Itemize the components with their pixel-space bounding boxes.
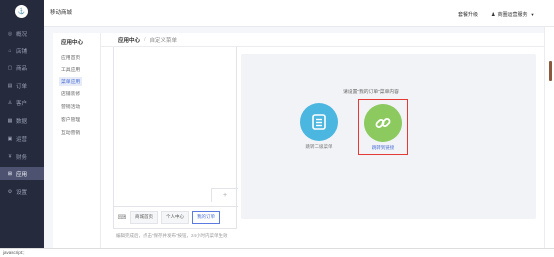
- menu-config-panel: 请设置“我的订单”菜单内容 跳转二级菜单 跳转到链接: [241, 54, 536, 219]
- sidebar-item-goods[interactable]: ▢ 商品: [0, 61, 44, 74]
- sidebar-item-label: 店铺: [16, 48, 28, 55]
- menu-tab-bar: ⌨ 商城首页 个人中心 我的订单: [114, 206, 238, 227]
- dashboard-icon: ◎: [7, 30, 13, 37]
- sidebar-item-orders[interactable]: ▤ 订单: [0, 79, 44, 92]
- menu-tab-home[interactable]: 商城首页: [130, 210, 158, 224]
- sidebar-item-customers[interactable]: ♙ 客户: [0, 96, 44, 109]
- order-icon: ▤: [7, 82, 13, 89]
- sidebar-item-overview[interactable]: ◎ 概况: [0, 27, 44, 40]
- subnav-item-app-home[interactable]: 应用首页: [61, 54, 80, 61]
- sidebar-item-label: 客户: [16, 100, 28, 107]
- subnav-item-tool-apps[interactable]: 工具应用: [61, 66, 80, 73]
- panel-title: 请设置“我的订单”菜单内容: [343, 90, 399, 95]
- breadcrumb-separator: /: [144, 36, 146, 43]
- document-icon: [300, 103, 338, 141]
- brand-name: 移动商城: [50, 10, 73, 16]
- user-icon: ♟: [491, 11, 496, 18]
- sidebar-item-operation[interactable]: ▣ 运营: [0, 132, 44, 145]
- secondary-nav-title: 应用中心: [61, 40, 84, 46]
- sidebar-item-data[interactable]: ▦ 数据: [0, 114, 44, 127]
- scrollbar-thumb[interactable]: [549, 61, 552, 81]
- option-submenu-label: 跳转二级菜单: [305, 144, 333, 149]
- phone-preview: + ⌨ 商城首页 个人中心 我的订单: [113, 47, 238, 229]
- upgrade-link[interactable]: 套餐升级: [458, 11, 478, 18]
- sidebar-item-label: 设置: [16, 189, 28, 196]
- keyboard-icon: ⌨: [117, 214, 127, 221]
- main-content: + ⌨ 商城首页 个人中心 我的订单 编辑完成后，点击“保存并发布”按钮，24小…: [101, 47, 544, 248]
- subnav-item-menu-apps[interactable]: 菜单应用: [59, 77, 83, 86]
- option-submenu[interactable]: 跳转二级菜单: [294, 99, 344, 155]
- sidebar-item-label: 数据: [16, 118, 28, 125]
- sidebar-item-label: 财务: [16, 154, 28, 161]
- settings-icon: ⚙: [7, 188, 13, 195]
- menu-tab-profile[interactable]: 个人中心: [161, 210, 189, 224]
- link-icon: [364, 104, 402, 142]
- browser-status-bar: javascript:;: [0, 248, 554, 257]
- sidebar-item-label: 概况: [16, 31, 28, 38]
- menu-tab-orders[interactable]: 我的订单: [192, 210, 220, 224]
- main-sidebar: ⚓ ◎ 概况 ⌂ 店铺 ▢ 商品 ▤ 订单 ♙ 客户 ▦ 数据 ▣ 运营 ¥ 财…: [0, 0, 44, 257]
- option-link[interactable]: 跳转到链接: [358, 99, 408, 155]
- sidebar-item-label: 商品: [16, 65, 28, 72]
- subnav-item-interactive[interactable]: 互动营销: [61, 129, 80, 136]
- sidebar-item-label: 运营: [16, 136, 28, 143]
- page-scrollbar[interactable]: [544, 27, 554, 248]
- publish-hint: 编辑完成后，点击“保存并发布”按钮，24小时内菜单生效: [116, 233, 228, 238]
- operation-icon: ▣: [7, 135, 13, 142]
- secondary-nav: 应用中心 应用首页 工具应用 菜单应用 店铺装修 营销活动 客户管理 互动营销: [53, 33, 101, 248]
- add-menu-button[interactable]: +: [211, 188, 238, 202]
- subnav-item-store-decor[interactable]: 店铺装修: [61, 90, 80, 97]
- goods-icon: ▢: [7, 64, 13, 71]
- finance-icon: ¥: [8, 153, 12, 160]
- account-label: 商圈运营服务: [497, 12, 528, 18]
- app-icon: ⊞: [7, 170, 13, 177]
- link-glyph: [375, 118, 391, 128]
- data-icon: ▦: [7, 117, 13, 124]
- sidebar-item-store[interactable]: ⌂ 店铺: [0, 44, 44, 57]
- chevron-down-icon: ▼: [530, 12, 535, 17]
- account-menu[interactable]: ♟ 商圈运营服务 ▼: [491, 11, 535, 19]
- breadcrumb: 应用中心 / 自定义菜单: [101, 33, 544, 47]
- sidebar-item-label: 订单: [16, 83, 28, 90]
- subnav-item-marketing[interactable]: 营销活动: [61, 103, 80, 110]
- store-logo[interactable]: ⚓: [15, 5, 28, 18]
- breadcrumb-root[interactable]: 应用中心: [118, 36, 140, 44]
- top-bar: 移动商城 套餐升级 ♟ 商圈运营服务 ▼: [44, 0, 554, 27]
- option-link-label: 跳转到链接: [371, 145, 395, 150]
- customer-icon: ♙: [7, 99, 13, 106]
- sidebar-item-apps[interactable]: ⊞ 应用: [0, 167, 44, 180]
- subnav-item-customer-mgmt[interactable]: 客户管理: [61, 116, 80, 123]
- sidebar-item-label: 应用: [16, 171, 28, 178]
- store-icon: ⌂: [8, 47, 12, 54]
- document-glyph: [312, 114, 326, 130]
- sidebar-item-settings[interactable]: ⚙ 设置: [0, 185, 44, 198]
- breadcrumb-current: 自定义菜单: [149, 37, 178, 44]
- sidebar-item-finance[interactable]: ¥ 财务: [0, 150, 44, 163]
